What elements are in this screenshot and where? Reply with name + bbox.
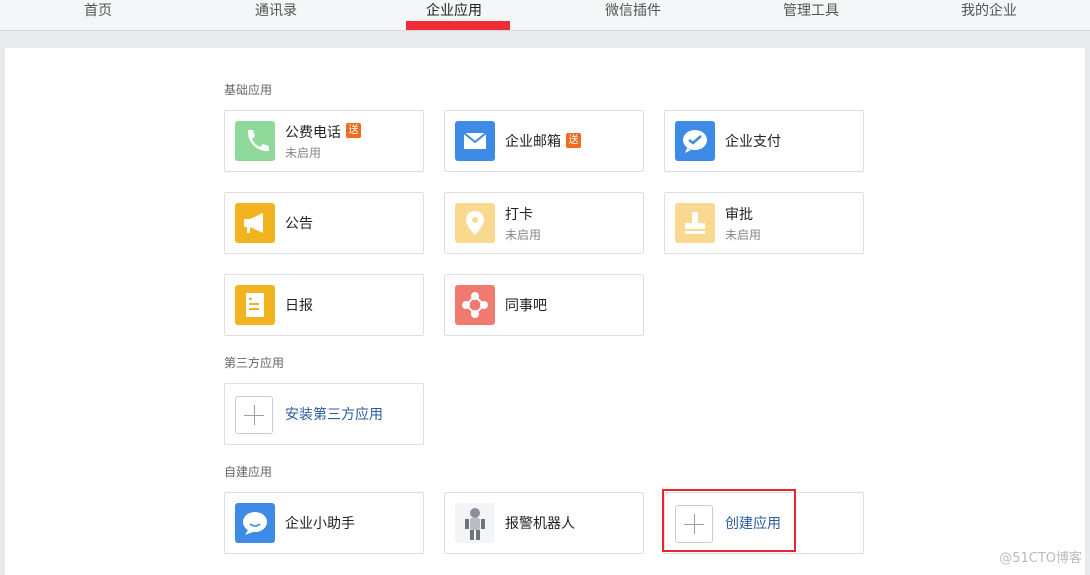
app-card-approval[interactable]: 审批 未启用 — [664, 192, 864, 254]
app-status: 未启用 — [505, 228, 542, 242]
app-card-enterprise-payment[interactable]: 企业支付 — [664, 110, 864, 172]
app-card-check-in[interactable]: 打卡 未启用 — [444, 192, 644, 254]
app-name: 企业支付 — [725, 134, 781, 150]
app-name: 企业小助手 — [285, 516, 355, 532]
app-name: 企业邮箱 — [505, 134, 561, 150]
report-icon — [235, 285, 275, 325]
app-card-daily-report[interactable]: 日报 — [224, 274, 424, 336]
annotation-highlight-box — [662, 489, 796, 552]
app-card-enterprise-assistant[interactable]: 企业小助手 — [224, 492, 424, 554]
gift-badge: 送 — [566, 133, 581, 148]
active-tab-indicator — [406, 21, 510, 30]
section-title-custom: 自建应用 — [224, 465, 273, 479]
app-card-colleague-forum[interactable]: 同事吧 — [444, 274, 644, 336]
section-title-third-party: 第三方应用 — [224, 356, 285, 370]
app-card-public-phone[interactable]: 公费电话 送 未启用 — [224, 110, 424, 172]
app-name: 打卡 — [505, 207, 533, 223]
app-card-announcement[interactable]: 公告 — [224, 192, 424, 254]
location-pin-icon — [455, 203, 495, 243]
nav-tab-contacts[interactable]: 通讯录 — [206, 0, 346, 31]
chat-bubble-icon — [235, 503, 275, 543]
top-nav: 首页 通讯录 企业应用 微信插件 管理工具 我的企业 — [0, 0, 1090, 31]
app-name: 报警机器人 — [505, 516, 575, 532]
app-name: 同事吧 — [505, 298, 547, 314]
nav-tab-my-enterprise[interactable]: 我的企业 — [919, 0, 1059, 31]
mail-icon — [455, 121, 495, 161]
app-name: 公告 — [285, 216, 313, 232]
app-name: 日报 — [285, 298, 313, 314]
megaphone-icon — [235, 203, 275, 243]
app-card-enterprise-mail[interactable]: 企业邮箱 送 — [444, 110, 644, 172]
network-icon — [455, 285, 495, 325]
install-third-party-label: 安装第三方应用 — [285, 407, 383, 423]
plus-icon — [235, 396, 273, 434]
app-name: 公费电话 — [285, 125, 341, 141]
section-title-basic: 基础应用 — [224, 83, 273, 97]
payment-icon — [675, 121, 715, 161]
app-status: 未启用 — [285, 146, 322, 160]
nav-tab-home[interactable]: 首页 — [28, 0, 168, 31]
app-status: 未启用 — [725, 228, 762, 242]
stamp-icon — [675, 203, 715, 243]
app-card-alarm-robot[interactable]: 报警机器人 — [444, 492, 644, 554]
robot-icon — [455, 503, 495, 543]
nav-tab-wechat-plugin[interactable]: 微信插件 — [563, 0, 703, 31]
watermark: @51CTO博客 — [999, 551, 1082, 566]
install-third-party-button[interactable]: 安装第三方应用 — [224, 383, 424, 445]
nav-tab-admin-tools[interactable]: 管理工具 — [741, 0, 881, 31]
gift-badge: 送 — [346, 123, 361, 138]
phone-icon — [235, 121, 275, 161]
app-name: 审批 — [725, 207, 753, 223]
